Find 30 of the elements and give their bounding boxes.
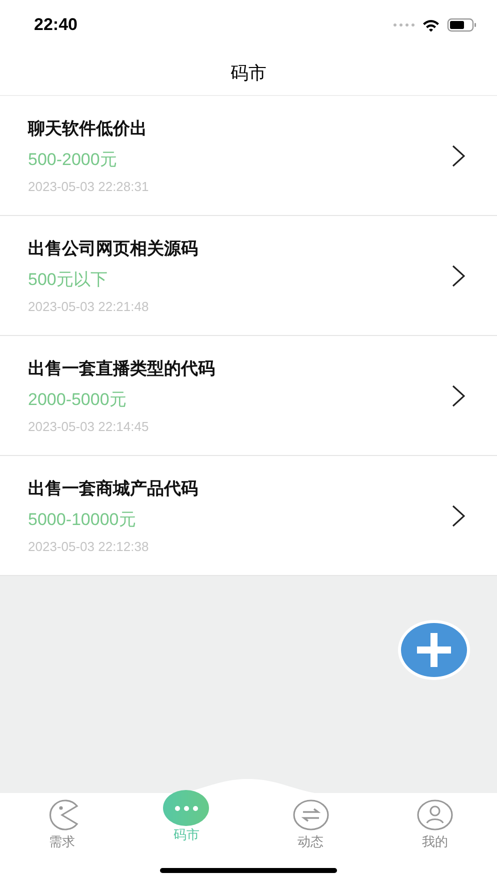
listing-price: 2000-5000元 [28,389,128,411]
listing-item[interactable]: 出售公司网页相关源码 500元以下 2023-05-03 22:21:48 [0,216,497,336]
tab[interactable]: 需求 [0,793,124,851]
listing-time: 2023-05-03 22:14:45 [28,419,150,434]
battery-icon [447,18,477,32]
page-title: 码市 [230,62,266,84]
listing-time: 2023-05-03 22:12:38 [28,539,150,554]
listing-item[interactable]: 出售一套直播类型的代码 2000-5000元 2023-05-03 22:14:45 [0,336,497,456]
listing-time: 2023-05-03 22:28:31 [28,179,150,194]
listing-title: 聊天软件低价出 [28,118,148,140]
listing-price: 500-2000元 [28,149,118,171]
wifi-icon [422,18,440,32]
signal-icon [393,23,415,27]
listing-title: 出售一套商城产品代码 [28,478,199,500]
chevron-right-icon [452,384,465,406]
listing-time: 2023-05-03 22:21:48 [28,299,150,314]
listing-title: 出售公司网页相关源码 [28,238,199,260]
tab[interactable]: 动态 [248,793,373,851]
tab[interactable]: 我的 [372,793,497,851]
user-icon [416,799,453,831]
listing-price: 5000-10000元 [28,509,137,531]
listing-price: 500元以下 [28,269,108,291]
status-time: 22:40 [34,15,78,35]
chevron-right-icon [452,264,465,286]
chevron-right-icon [452,144,465,166]
swap-icon [292,799,329,831]
chevron-right-icon [452,504,465,526]
listing-title: 出售一套直播类型的代码 [28,358,216,380]
plus-icon [417,633,451,667]
listing-item[interactable]: 聊天软件低价出 500-2000元 2023-05-03 22:28:31 [0,96,497,216]
